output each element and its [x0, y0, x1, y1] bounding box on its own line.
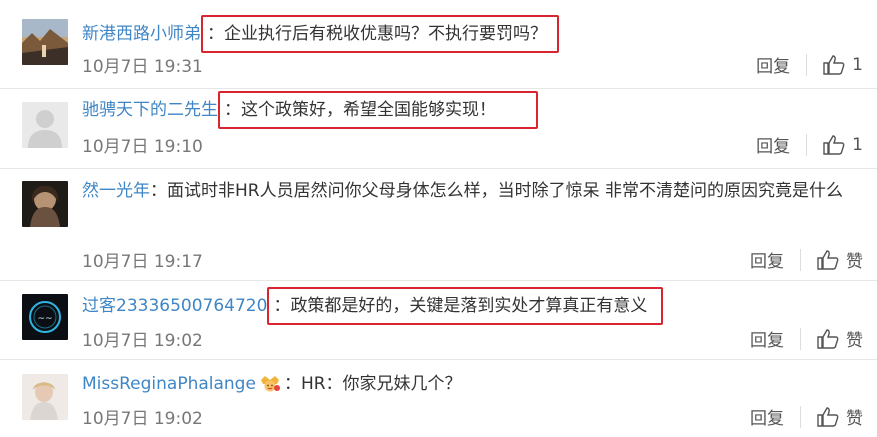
thumb-up-icon: [817, 406, 839, 427]
timestamp: 10月7日 19:31: [82, 57, 203, 77]
comment-text: HR：你家兄妹几个？: [300, 374, 462, 394]
divider: [800, 405, 801, 428]
comment-text: 这个政策好，希望全国能够实现！: [241, 100, 496, 120]
comment-actions: 回复 赞: [750, 247, 863, 272]
avatar[interactable]: [22, 19, 68, 65]
like-count: 1: [852, 134, 863, 155]
like-button[interactable]: 赞: [817, 247, 863, 272]
like-label: 赞: [846, 252, 863, 272]
username-link[interactable]: 然一光年: [82, 181, 150, 201]
comment-text: 企业执行后有税收优惠吗？不执行要罚吗？: [224, 24, 547, 44]
comment-actions: 回复 赞: [750, 404, 863, 429]
comment-actions: 回复 1: [756, 132, 863, 157]
timestamp: 10月7日 19:17: [82, 252, 203, 272]
divider: [800, 248, 801, 271]
comment-item: MissReginaPhalange ：HR：你家兄妹几个？ 10月7日 19:0…: [0, 360, 877, 437]
timestamp: 10月7日 19:02: [82, 331, 203, 351]
colon: ：: [283, 374, 301, 394]
username-link[interactable]: 新港西路小师弟: [82, 24, 201, 44]
highlight-box: ：企业执行后有税收优惠吗？不执行要罚吗？: [201, 15, 559, 53]
comment-item: 然一光年：面试时非HR人员居然问你父母身体怎么样，当时除了惊呆 非常不清楚问的原…: [0, 169, 877, 281]
like-button[interactable]: 1: [823, 55, 863, 75]
comment-content: MissReginaPhalange ：HR：你家兄妹几个？: [82, 367, 462, 401]
avatar[interactable]: [22, 102, 68, 148]
comment-content: 然一光年：面试时非HR人员居然问你父母身体怎么样，当时除了惊呆 非常不清楚问的原…: [82, 174, 862, 208]
reply-button[interactable]: 回复: [756, 132, 790, 157]
thumb-up-icon: [817, 249, 839, 270]
avatar[interactable]: ~~: [22, 294, 68, 340]
highlight-box: ：政策都是好的，关键是落到实处才算真正有意义: [267, 287, 664, 325]
like-label: 赞: [846, 331, 863, 351]
timestamp: 10月7日 19:02: [82, 409, 203, 429]
colon: ：: [150, 181, 167, 201]
crown-emoji-icon: [260, 376, 280, 392]
like-count: 1: [852, 54, 863, 75]
thumb-up-icon: [817, 328, 839, 349]
comment-item: 驰骋天下的二先生 ：这个政策好，希望全国能够实现！ 10月7日 19:10 回复 …: [0, 89, 877, 169]
svg-text:~~: ~~: [37, 314, 52, 324]
reply-button[interactable]: 回复: [750, 247, 784, 272]
comment-item: ~~ 过客23336500764720 ：政策都是好的，关键是落到实处才算真正有意…: [0, 281, 877, 359]
comment-actions: 回复 赞: [750, 326, 863, 351]
like-button[interactable]: 赞: [817, 404, 863, 429]
comment-content: 新港西路小师弟 ：企业执行后有税收优惠吗？不执行要罚吗？: [82, 15, 559, 53]
like-button[interactable]: 1: [823, 135, 863, 155]
like-label: 赞: [846, 409, 863, 429]
comment-text: 政策都是好的，关键是落到实处才算真正有意义: [290, 296, 648, 316]
reply-button[interactable]: 回复: [750, 326, 784, 351]
avatar[interactable]: [22, 374, 68, 420]
comment-text: 面试时非HR人员居然问你父母身体怎么样，当时除了惊呆 非常不清楚问的原因究竟是什…: [167, 181, 843, 201]
username-link[interactable]: 驰骋天下的二先生: [82, 100, 218, 120]
avatar[interactable]: [22, 181, 68, 227]
reply-button[interactable]: 回复: [756, 52, 790, 77]
thumb-up-icon: [823, 134, 845, 155]
username-link[interactable]: MissReginaPhalange: [82, 374, 256, 394]
username-link[interactable]: 过客23336500764720: [82, 296, 267, 316]
comment-content: 驰骋天下的二先生 ：这个政策好，希望全国能够实现！: [82, 91, 538, 129]
highlight-box: ：这个政策好，希望全国能够实现！: [218, 91, 538, 129]
comment-item: 新港西路小师弟 ：企业执行后有税收优惠吗？不执行要罚吗？ 10月7日 19:31 …: [0, 0, 877, 90]
divider: [806, 53, 808, 76]
timestamp: 10月7日 19:10: [82, 137, 203, 157]
divider: [800, 327, 801, 350]
like-button[interactable]: 赞: [817, 326, 863, 351]
reply-button[interactable]: 回复: [750, 404, 784, 429]
divider: [806, 133, 808, 156]
thumb-up-icon: [823, 54, 845, 75]
comment-content: 过客23336500764720 ：政策都是好的，关键是落到实处才算真正有意义: [82, 287, 664, 325]
comment-actions: 回复 1: [756, 52, 863, 77]
